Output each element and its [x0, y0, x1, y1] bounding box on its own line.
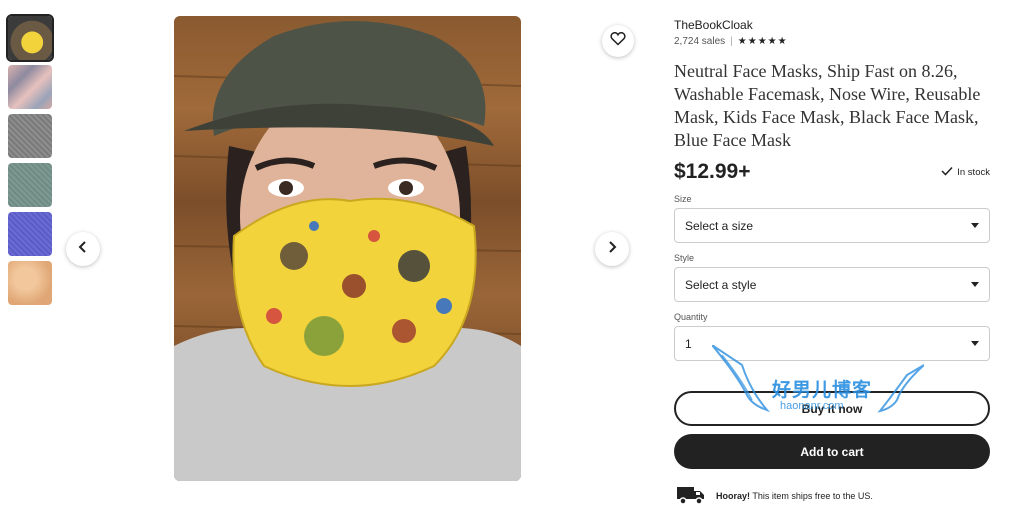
price: $12.99+: [674, 160, 751, 183]
check-icon: [941, 166, 953, 179]
shipping-highlight: Hooray!: [716, 491, 751, 501]
size-label: Size: [674, 194, 692, 204]
price-row: $12.99+ In stock: [674, 160, 990, 184]
previous-image-button[interactable]: [66, 232, 100, 266]
stock-status: In stock: [941, 166, 990, 179]
add-to-cart-button[interactable]: Add to cart: [674, 434, 990, 469]
shipping-text: Hooray! This item ships free to the US.: [716, 491, 873, 501]
chevron-right-icon: [606, 240, 618, 259]
quantity-select[interactable]: 1: [674, 326, 990, 361]
sales-rating-row: 2,724 sales | ★★★★★: [674, 36, 990, 47]
size-select[interactable]: Select a size: [674, 208, 990, 243]
thumbnail-fabric-gray[interactable]: [8, 114, 52, 158]
stock-label: In stock: [957, 166, 990, 178]
heart-icon: [610, 31, 626, 51]
thumbnail-masks-collage[interactable]: [8, 65, 52, 109]
star-rating[interactable]: ★★★★★: [738, 36, 788, 47]
chevron-left-icon: [77, 240, 89, 259]
listing-title: Neutral Face Masks, Ship Fast on 8.26, W…: [674, 61, 981, 150]
next-image-button[interactable]: [595, 232, 629, 266]
thumbnail-fabric-peach[interactable]: [8, 261, 52, 305]
buy-now-button[interactable]: Buy it now: [674, 391, 990, 426]
style-select[interactable]: Select a style: [674, 267, 990, 302]
thumbnail-list: [6, 14, 54, 310]
quantity-label: Quantity: [674, 312, 708, 322]
favorite-button[interactable]: [602, 25, 634, 57]
caret-down-icon: [971, 341, 979, 346]
shop-name-link[interactable]: TheBookCloak: [674, 18, 990, 32]
caret-down-icon: [971, 282, 979, 287]
quantity-select-value: 1: [685, 336, 692, 351]
thumbnail-fabric-sage[interactable]: [8, 163, 52, 207]
style-label: Style: [674, 253, 695, 263]
thumbnail-fabric-blue[interactable]: [8, 212, 52, 256]
truck-icon: [676, 484, 706, 508]
separator: |: [730, 36, 733, 47]
size-select-value: Select a size: [685, 218, 754, 233]
thumbnail-mask-yellow-print[interactable]: [6, 14, 54, 62]
listing-details: TheBookCloak 2,724 sales | ★★★★★ Neutral…: [674, 18, 990, 361]
shipping-info: Hooray! This item ships free to the US.: [676, 484, 873, 508]
style-select-value: Select a style: [685, 277, 757, 292]
caret-down-icon: [971, 223, 979, 228]
sales-count: 2,724 sales: [674, 36, 726, 47]
main-product-image: [174, 16, 521, 481]
shipping-message: This item ships free to the US.: [752, 491, 873, 501]
